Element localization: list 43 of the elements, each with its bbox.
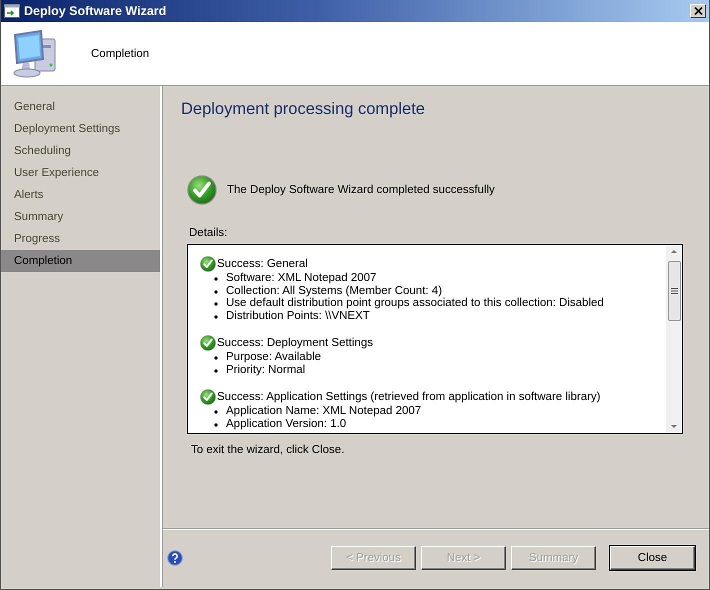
section-title: Success: General (217, 257, 308, 271)
bullet-icon (214, 368, 218, 372)
step-item[interactable]: Completion (1, 250, 160, 272)
success-icon (200, 335, 216, 351)
success-icon (187, 175, 217, 205)
section-title: Success: Deployment Settings (217, 336, 373, 350)
app-icon (4, 4, 20, 18)
step-item[interactable]: Summary (1, 206, 160, 228)
success-icon (200, 389, 216, 405)
close-icon[interactable] (690, 4, 706, 18)
detail-item: Use default distribution point groups associated to this collection: Disabled (226, 297, 604, 309)
step-item[interactable]: Progress (1, 228, 160, 250)
bullet-icon (214, 356, 218, 360)
window-title: Deploy Software Wizard (24, 4, 168, 18)
help-icon[interactable] (167, 550, 183, 566)
status-message: The Deploy Software Wizard completed successfully (227, 184, 495, 196)
detail-item: Priority: Normal (226, 364, 306, 376)
exit-hint: To exit the wizard, click Close. (191, 444, 346, 456)
section-title: Success: Application Settings (retrieved from application in software library) (217, 390, 601, 404)
detail-item: Software: XML Notepad 2007 (226, 272, 376, 284)
step-item[interactable]: User Experience (1, 162, 160, 184)
detail-item: Collection: All Systems (Member Count: 4) (226, 284, 442, 296)
success-icon (200, 256, 216, 272)
bullet-icon (214, 302, 218, 306)
step-item[interactable]: Alerts (1, 184, 160, 206)
detail-item: Distribution Points: \\VNEXT (226, 310, 370, 322)
close-button[interactable]: Close (610, 546, 695, 570)
page-heading: Deployment processing complete (181, 100, 426, 119)
detail-item: Application Version: 1.0 (226, 418, 346, 430)
step-item[interactable]: General (1, 96, 160, 118)
bullet-icon (214, 314, 218, 318)
page-title: Completion (91, 48, 150, 60)
detail-item: Purpose: Available (226, 351, 322, 363)
bullet-icon (214, 277, 218, 281)
detail-item: Application Name: XML Notepad 2007 (226, 405, 422, 417)
grip-icon (670, 288, 678, 294)
bullet-icon (214, 422, 218, 426)
step-item[interactable]: Deployment Settings (1, 118, 160, 140)
details-label: Details: (189, 227, 228, 239)
scrollbar[interactable] (666, 245, 682, 433)
bullet-icon (214, 290, 218, 294)
bullet-icon (214, 410, 218, 414)
step-item[interactable]: Scheduling (1, 140, 160, 162)
